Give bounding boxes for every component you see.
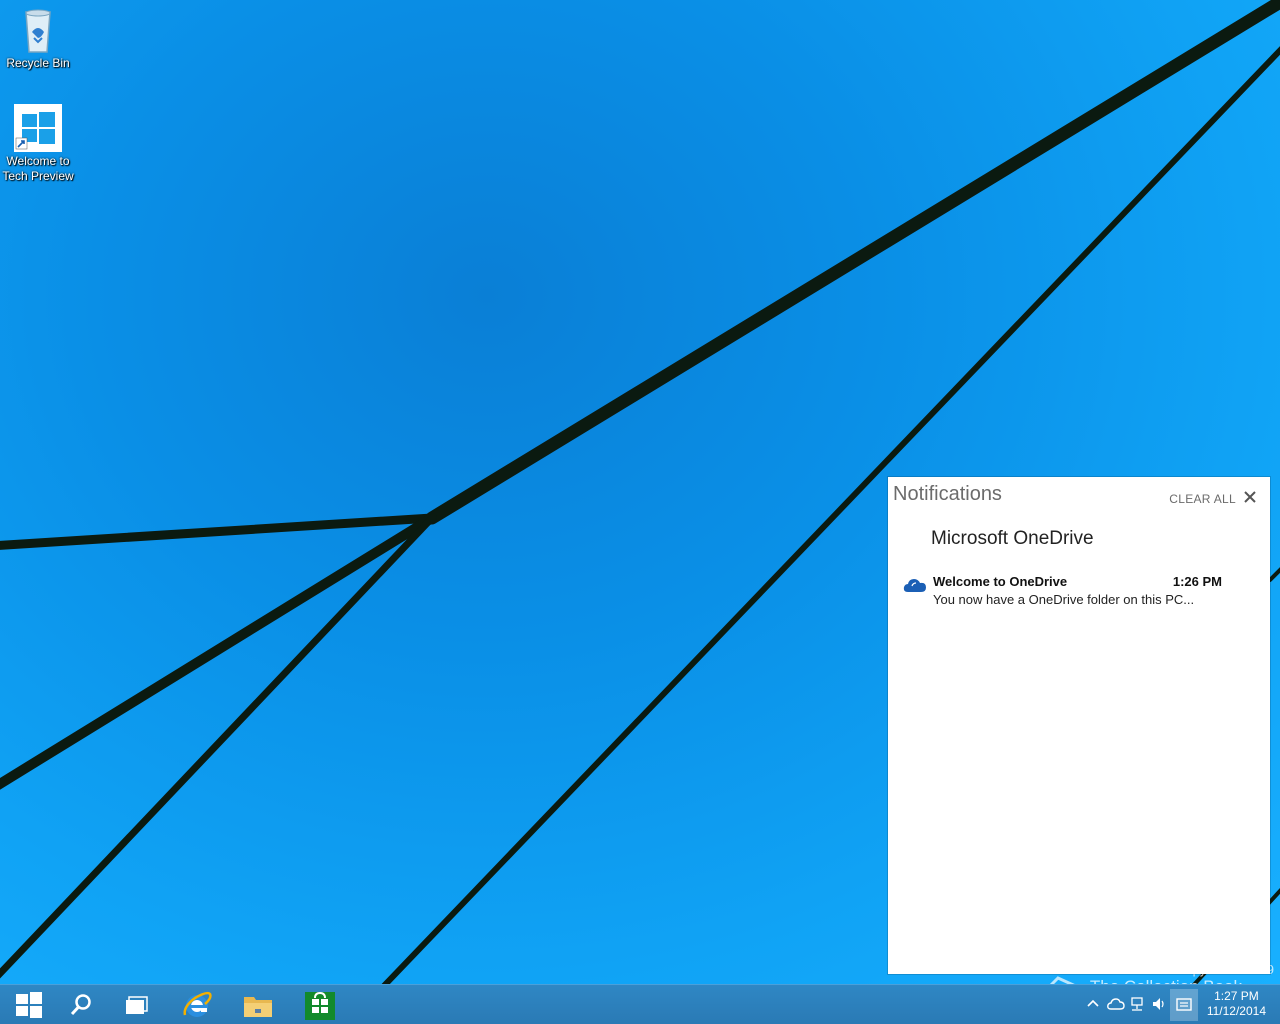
clear-all-button[interactable]: CLEAR ALL xyxy=(1169,492,1236,506)
desktop-icon-recycle-bin[interactable]: Recycle Bin xyxy=(0,6,76,71)
recycle-bin-icon xyxy=(14,6,62,54)
notification-time: 1:26 PM xyxy=(1172,574,1222,589)
store-icon xyxy=(305,991,335,1020)
action-center-icon xyxy=(1176,998,1192,1011)
folder-icon xyxy=(244,996,272,1017)
task-view-icon xyxy=(126,995,148,1014)
volume-icon[interactable] xyxy=(1151,996,1167,1012)
close-icon[interactable] xyxy=(1242,489,1258,505)
desktop-icon-label: Recycle Bin xyxy=(6,56,70,70)
action-center-button[interactable] xyxy=(1170,989,1198,1021)
notification-title: Welcome to OneDrive xyxy=(933,574,1068,589)
onedrive-cloud-icon[interactable] xyxy=(1107,996,1125,1012)
start-button[interactable] xyxy=(0,985,58,1024)
windows-logo-icon xyxy=(14,104,62,152)
internet-explorer-icon xyxy=(183,991,212,1017)
clock-time: 1:27 PM xyxy=(1214,989,1259,1003)
file-explorer-button[interactable] xyxy=(229,985,287,1024)
notifications-panel: Notifications CLEAR ALL Microsoft OneDri… xyxy=(888,477,1270,974)
desktop-icon-welcome-tech-preview[interactable]: Welcome to Tech Preview xyxy=(0,104,76,184)
notifications-title: Notifications xyxy=(893,483,1002,505)
onedrive-cloud-icon xyxy=(903,577,927,597)
network-icon[interactable] xyxy=(1129,996,1145,1012)
windows-start-icon xyxy=(16,991,42,1018)
system-tray: 1:27 PM 11/12/2014 xyxy=(1080,985,1280,1024)
search-icon xyxy=(70,993,91,1015)
notification-body: You now have a OneDrive folder on this P… xyxy=(933,592,1195,607)
clock[interactable]: 1:27 PM 11/12/2014 xyxy=(1207,989,1266,1019)
search-button[interactable] xyxy=(52,985,110,1024)
notification-item[interactable]: Welcome to OneDrive 1:26 PM You now have… xyxy=(900,571,1250,615)
store-button[interactable] xyxy=(291,985,349,1024)
taskbar: 1:27 PM 11/12/2014 xyxy=(0,984,1280,1024)
chevron-up-icon[interactable] xyxy=(1085,996,1101,1012)
clock-date: 11/12/2014 xyxy=(1206,1004,1266,1018)
task-view-button[interactable] xyxy=(108,985,166,1024)
notification-group-title[interactable]: Microsoft OneDrive xyxy=(931,528,1094,550)
desktop-icon-label: Welcome to Tech Preview xyxy=(2,154,74,183)
internet-explorer-button[interactable] xyxy=(168,985,226,1024)
